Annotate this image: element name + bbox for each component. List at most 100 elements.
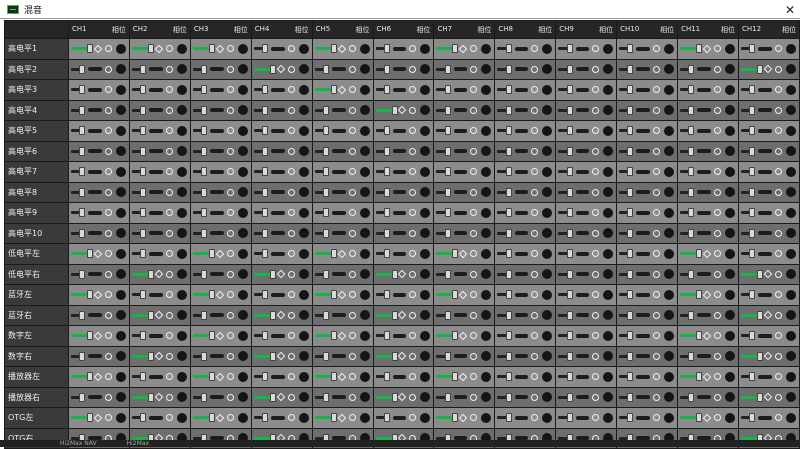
gain-slider[interactable] [314, 64, 329, 74]
gain-slider[interactable] [436, 228, 451, 238]
slider-knob[interactable] [330, 413, 337, 423]
phase-toggle[interactable] [713, 351, 735, 362]
gain-slider[interactable] [558, 249, 573, 259]
phase-dot-icon[interactable] [724, 146, 735, 157]
phase-radio-icon[interactable] [165, 127, 173, 135]
phase-radio-icon[interactable] [287, 127, 295, 135]
slider-knob[interactable] [269, 64, 276, 74]
slider-knob[interactable] [140, 372, 147, 382]
phase-dot-icon[interactable] [786, 412, 796, 423]
phase-toggle[interactable] [276, 269, 309, 280]
gain-slider[interactable] [436, 64, 451, 74]
gain-slider[interactable] [740, 64, 763, 74]
slider-knob[interactable] [140, 228, 147, 238]
phase-radio-icon[interactable] [104, 373, 112, 381]
slider-knob[interactable] [749, 167, 756, 177]
slider-knob[interactable] [696, 413, 703, 423]
gain-slider[interactable] [497, 146, 512, 156]
slider-knob[interactable] [566, 413, 573, 423]
phase-toggle[interactable] [531, 43, 553, 54]
phase-radio-icon[interactable] [775, 168, 782, 176]
phase-radio-icon[interactable] [713, 229, 721, 237]
phase-toggle[interactable] [93, 43, 126, 54]
phase-toggle[interactable] [287, 84, 309, 95]
gain-slider[interactable] [375, 228, 390, 238]
gain-slider[interactable] [619, 85, 634, 95]
phase-toggle[interactable] [93, 330, 126, 341]
slider-knob[interactable] [566, 249, 573, 259]
phase-radio-icon[interactable] [409, 332, 417, 340]
gain-slider[interactable] [740, 85, 756, 95]
phase-toggle[interactable] [226, 207, 248, 218]
phase-dot-icon[interactable] [786, 187, 796, 198]
phase-radio-icon[interactable] [713, 352, 721, 360]
slider-knob[interactable] [566, 208, 573, 218]
gain-slider[interactable] [619, 105, 634, 115]
gain-slider[interactable] [314, 167, 329, 177]
phase-toggle[interactable] [702, 248, 735, 259]
phase-dot-icon[interactable] [603, 228, 614, 239]
gain-slider[interactable] [375, 105, 398, 115]
phase-radio-icon[interactable] [653, 414, 661, 422]
phase-dot-icon[interactable] [115, 146, 126, 157]
phase-toggle[interactable] [398, 105, 431, 116]
gain-slider[interactable] [619, 187, 634, 197]
slider-knob[interactable] [330, 44, 337, 54]
gain-slider[interactable] [253, 126, 268, 136]
slider-knob[interactable] [505, 249, 512, 259]
phase-toggle[interactable] [775, 207, 796, 218]
phase-radio-icon[interactable] [226, 229, 234, 237]
phase-dot-icon[interactable] [298, 412, 309, 423]
phase-radio-icon[interactable] [653, 332, 661, 340]
phase-radio-icon[interactable] [713, 168, 721, 176]
phase-dot-icon[interactable] [542, 64, 553, 75]
slider-knob[interactable] [208, 249, 215, 259]
slider-knob[interactable] [566, 146, 573, 156]
slider-knob[interactable] [627, 249, 634, 259]
phase-toggle[interactable] [215, 289, 248, 300]
phase-dot-icon[interactable] [298, 166, 309, 177]
slider-knob[interactable] [261, 290, 268, 300]
phase-radio-icon[interactable] [287, 229, 295, 237]
gain-slider[interactable] [619, 290, 634, 300]
gain-slider[interactable] [253, 228, 268, 238]
phase-radio-icon[interactable] [348, 65, 356, 73]
phase-toggle[interactable] [592, 269, 614, 280]
phase-dot-icon[interactable] [115, 187, 126, 198]
phase-radio-icon[interactable] [409, 250, 417, 258]
phase-radio-icon[interactable] [165, 352, 173, 360]
phase-dot-icon[interactable] [298, 310, 309, 321]
phase-toggle[interactable] [165, 248, 187, 259]
slider-knob[interactable] [444, 208, 451, 218]
phase-radio-icon[interactable] [287, 270, 295, 278]
phase-radio-icon[interactable] [470, 106, 478, 114]
phase-dot-icon[interactable] [298, 207, 309, 218]
phase-radio-icon[interactable] [653, 188, 661, 196]
phase-toggle[interactable] [470, 64, 492, 75]
phase-toggle[interactable] [287, 146, 309, 157]
gain-slider[interactable] [71, 85, 86, 95]
phase-toggle[interactable] [215, 412, 248, 423]
phase-toggle[interactable] [592, 289, 614, 300]
gain-slider[interactable] [740, 269, 763, 279]
gain-slider[interactable] [680, 167, 695, 177]
phase-radio-icon[interactable] [713, 209, 721, 217]
gain-slider[interactable] [71, 167, 86, 177]
slider-knob[interactable] [201, 146, 208, 156]
phase-toggle[interactable] [531, 84, 553, 95]
phase-radio-icon[interactable] [165, 291, 173, 299]
slider-knob[interactable] [391, 392, 398, 402]
slider-knob[interactable] [627, 105, 634, 115]
slider-knob[interactable] [79, 146, 86, 156]
slider-knob[interactable] [749, 105, 756, 115]
phase-dot-icon[interactable] [724, 289, 735, 300]
phase-toggle[interactable] [592, 228, 614, 239]
phase-dot-icon[interactable] [237, 146, 248, 157]
slider-knob[interactable] [383, 85, 390, 95]
phase-radio-icon[interactable] [653, 250, 661, 258]
phase-dot-icon[interactable] [298, 146, 309, 157]
gain-slider[interactable] [131, 208, 147, 218]
phase-radio-icon[interactable] [226, 250, 234, 258]
phase-toggle[interactable] [165, 371, 187, 382]
phase-toggle[interactable] [337, 330, 370, 341]
